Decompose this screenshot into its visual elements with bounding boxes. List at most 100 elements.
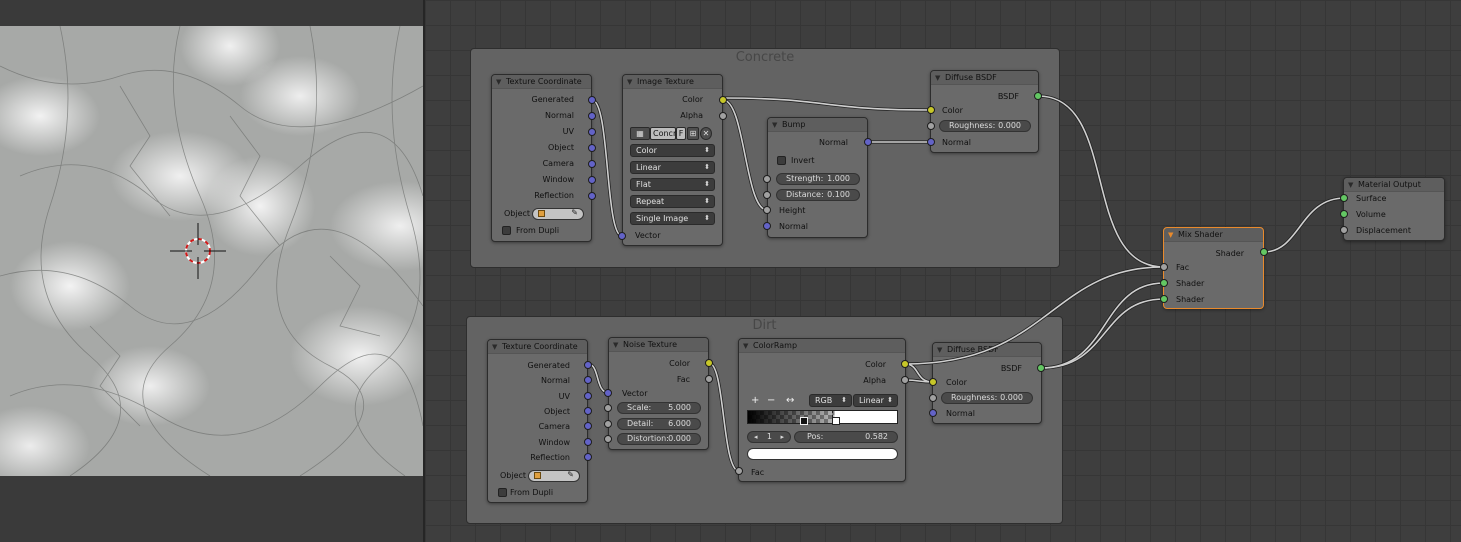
socket-window[interactable] xyxy=(584,438,592,446)
image-browse-icon[interactable]: ▦ xyxy=(630,127,650,140)
socket-vector-in[interactable] xyxy=(604,389,612,397)
socket-alpha-out[interactable] xyxy=(901,376,909,384)
socket-height-in[interactable] xyxy=(763,206,771,214)
remove-stop-button[interactable]: − xyxy=(767,395,775,407)
socket-normal[interactable] xyxy=(584,376,592,384)
new-image-icon[interactable]: ⊞ xyxy=(687,127,699,140)
socket-shader1-in[interactable] xyxy=(1160,279,1168,287)
socket-color-in[interactable] xyxy=(927,106,935,114)
node-mix-shader[interactable]: ▼ Mix Shader Shader Fac Shader Shader xyxy=(1163,227,1264,309)
socket-alpha-out[interactable] xyxy=(719,112,727,120)
scale-field[interactable]: Scale: 5.000 xyxy=(617,402,701,414)
add-stop-button[interactable]: + xyxy=(751,395,759,407)
rendered-concrete-preview[interactable] xyxy=(0,26,423,476)
strength-field[interactable]: Strength: 1.000 xyxy=(776,173,860,185)
collapse-arrow-icon[interactable]: ▼ xyxy=(937,343,942,357)
stop-color-swatch[interactable] xyxy=(747,448,898,460)
socket-object[interactable] xyxy=(588,144,596,152)
socket-window[interactable] xyxy=(588,176,596,184)
node-header[interactable]: ▼ Mix Shader xyxy=(1164,228,1263,242)
socket-generated[interactable] xyxy=(584,361,592,369)
from-dupli-checkbox[interactable] xyxy=(502,226,511,235)
object-picker[interactable]: ✎ xyxy=(532,208,584,220)
invert-checkbox[interactable] xyxy=(777,156,786,165)
extension-dropdown[interactable]: Repeat ⬍ xyxy=(630,195,715,208)
socket-bsdf-out[interactable] xyxy=(1037,364,1045,372)
socket-normal-in[interactable] xyxy=(927,138,935,146)
socket-normal-in[interactable] xyxy=(929,409,937,417)
socket-fac-in[interactable] xyxy=(1160,263,1168,271)
collapse-arrow-icon[interactable]: ▼ xyxy=(496,75,501,89)
socket-distortion-in[interactable] xyxy=(604,435,612,443)
socket-normal-in[interactable] xyxy=(763,222,771,230)
node-diffuse-bsdf[interactable]: ▼ Diffuse BSDF BSDF Color Roughness: 0.000… xyxy=(930,70,1039,153)
distance-field[interactable]: Distance: 0.100 xyxy=(776,189,860,201)
socket-object[interactable] xyxy=(584,407,592,415)
decrement-arrow-icon[interactable]: ◂ xyxy=(754,432,758,442)
socket-color-out[interactable] xyxy=(705,359,713,367)
socket-color-out[interactable] xyxy=(901,360,909,368)
fake-user-button[interactable]: F xyxy=(676,127,686,140)
socket-color-in[interactable] xyxy=(929,378,937,386)
node-texture-coordinate[interactable]: ▼ Texture Coordinate Generated Normal UV … xyxy=(491,74,592,242)
socket-camera[interactable] xyxy=(584,422,592,430)
ramp-stop-1[interactable] xyxy=(832,417,840,425)
collapse-arrow-icon[interactable]: ▼ xyxy=(492,340,497,354)
from-dupli-checkbox[interactable] xyxy=(498,488,507,497)
flip-ramp-button[interactable]: ↔ xyxy=(786,395,794,407)
source-dropdown[interactable]: Single Image ⬍ xyxy=(630,212,715,225)
image-name-field[interactable]: Concr xyxy=(650,127,676,140)
3d-viewport[interactable] xyxy=(0,0,423,542)
collapse-arrow-icon[interactable]: ▼ xyxy=(935,71,940,85)
socket-volume-in[interactable] xyxy=(1340,210,1348,218)
detail-field[interactable]: Detail: 6.000 xyxy=(617,418,701,430)
node-header[interactable]: ▼ Material Output xyxy=(1344,178,1444,192)
socket-uv[interactable] xyxy=(588,128,596,136)
node-header[interactable]: ▼ ColorRamp xyxy=(739,339,905,353)
color-space-dropdown[interactable]: Color ⬍ xyxy=(630,144,715,157)
color-ramp-bar[interactable] xyxy=(747,410,898,425)
socket-fac-out[interactable] xyxy=(705,375,713,383)
socket-reflection[interactable] xyxy=(588,192,596,200)
projection-dropdown[interactable]: Flat ⬍ xyxy=(630,178,715,191)
active-stop-field[interactable]: ◂ 1 ▸ xyxy=(747,431,791,443)
socket-camera[interactable] xyxy=(588,160,596,168)
increment-arrow-icon[interactable]: ▸ xyxy=(780,432,784,442)
socket-normal[interactable] xyxy=(588,112,596,120)
collapse-arrow-icon[interactable]: ▼ xyxy=(743,339,748,353)
node-texture-coordinate[interactable]: ▼ Texture Coordinate Generated Normal UV … xyxy=(487,339,588,503)
node-diffuse-bsdf[interactable]: ▼ Diffuse BSDF BSDF Color Roughness: 0.000… xyxy=(932,342,1042,424)
node-header[interactable]: ▼ Noise Texture xyxy=(609,338,708,352)
node-header[interactable]: ▼ Diffuse BSDF xyxy=(931,71,1038,85)
object-picker[interactable]: ✎ xyxy=(528,470,580,482)
socket-fac-in[interactable] xyxy=(735,467,743,475)
node-header[interactable]: ▼ Bump xyxy=(768,118,867,132)
interpolation-dropdown[interactable]: Linear ⬍ xyxy=(630,161,715,174)
socket-normal-out[interactable] xyxy=(864,138,872,146)
socket-shader2-in[interactable] xyxy=(1160,295,1168,303)
collapse-arrow-icon[interactable]: ▼ xyxy=(627,75,632,89)
socket-bsdf-out[interactable] xyxy=(1034,92,1042,100)
socket-shader-out[interactable] xyxy=(1260,248,1268,256)
node-bump[interactable]: ▼ Bump Normal Invert Strength: 1.000 Dista… xyxy=(767,117,868,238)
node-header[interactable]: ▼ Diffuse BSDF xyxy=(933,343,1041,357)
socket-generated[interactable] xyxy=(588,96,596,104)
socket-roughness-in[interactable] xyxy=(927,122,935,130)
eyedropper-icon[interactable]: ✎ xyxy=(571,208,578,218)
socket-roughness-in[interactable] xyxy=(929,394,937,402)
collapse-arrow-icon[interactable]: ▼ xyxy=(1348,178,1353,192)
socket-scale-in[interactable] xyxy=(604,404,612,412)
collapse-arrow-icon[interactable]: ▼ xyxy=(772,118,777,132)
collapse-arrow-icon[interactable]: ▼ xyxy=(613,338,618,352)
node-header[interactable]: ▼ Texture Coordinate xyxy=(492,75,591,89)
node-header[interactable]: ▼ Texture Coordinate xyxy=(488,340,587,354)
color-mode-dropdown[interactable]: RGB ⬍ xyxy=(809,394,852,407)
socket-reflection[interactable] xyxy=(584,453,592,461)
distortion-field[interactable]: Distortion: 0.000 xyxy=(617,433,701,445)
unlink-image-icon[interactable]: ✕ xyxy=(700,127,712,140)
socket-surface-in[interactable] xyxy=(1340,194,1348,202)
socket-color-out[interactable] xyxy=(719,96,727,104)
node-material-output[interactable]: ▼ Material Output Surface Volume Displace… xyxy=(1343,177,1445,241)
node-image-texture[interactable]: ▼ Image Texture Color Alpha ▦ Concr F ⊞ ✕… xyxy=(622,74,723,246)
socket-uv[interactable] xyxy=(584,392,592,400)
